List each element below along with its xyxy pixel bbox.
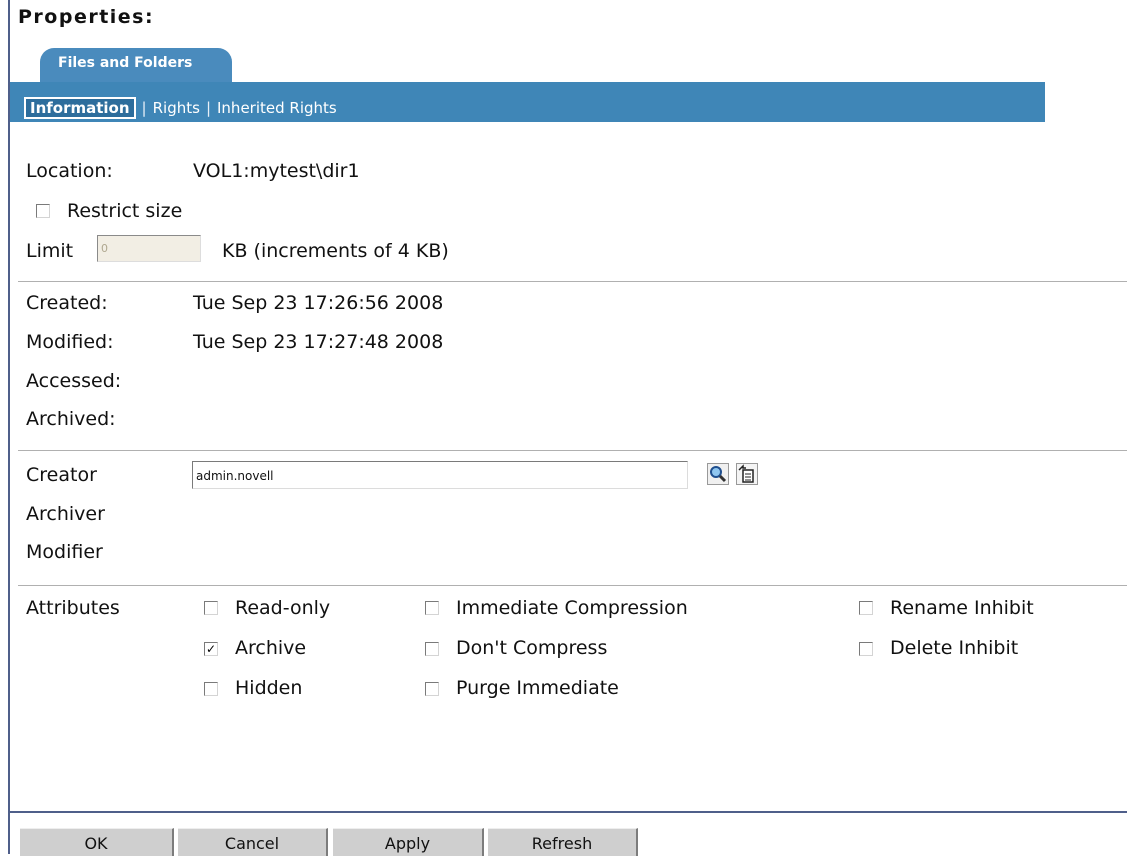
created-value: Tue Sep 23 17:26:56 2008 [193, 292, 444, 314]
dont-compress-label: Don't Compress [456, 637, 608, 659]
subtab-separator: | [141, 98, 147, 117]
rename-inhibit-label: Rename Inhibit [890, 597, 1034, 619]
hidden-checkbox[interactable] [204, 682, 218, 696]
created-label: Created: [26, 292, 108, 314]
modified-label: Modified: [26, 331, 114, 353]
subtab-separator: | [205, 98, 211, 117]
archived-label: Archived: [26, 408, 116, 430]
ok-button[interactable]: OK [20, 828, 174, 856]
read-only-checkbox[interactable] [204, 601, 218, 615]
limit-input[interactable]: 0 [97, 235, 201, 262]
subtab-information[interactable]: Information [24, 96, 136, 119]
apply-button[interactable]: Apply [333, 828, 484, 856]
limit-label: Limit [26, 240, 74, 262]
read-only-label: Read-only [235, 597, 331, 619]
restrict-size-label: Restrict size [67, 200, 183, 222]
tab-files-and-folders[interactable]: Files and Folders [40, 48, 232, 82]
accessed-label: Accessed: [26, 370, 122, 392]
purge-immediate-checkbox[interactable] [425, 682, 439, 696]
location-label: Location: [26, 160, 113, 182]
divider [18, 281, 1127, 282]
immediate-compression-label: Immediate Compression [456, 597, 688, 619]
archive-checkbox[interactable]: ✓ [204, 642, 218, 656]
left-border [8, 0, 10, 854]
delete-inhibit-label: Delete Inhibit [890, 637, 1019, 659]
rename-inhibit-checkbox[interactable] [859, 601, 873, 615]
footer-divider [10, 811, 1127, 813]
delete-inhibit-checkbox[interactable] [859, 642, 873, 656]
divider [18, 585, 1127, 586]
purge-immediate-label: Purge Immediate [456, 677, 619, 699]
magnifier-icon[interactable] [707, 463, 729, 485]
subtab-bar: Information | Rights | Inherited Rights [10, 82, 1045, 122]
archive-label: Archive [235, 637, 307, 659]
attributes-label: Attributes [26, 597, 120, 619]
archiver-label: Archiver [26, 503, 105, 525]
creator-label: Creator [26, 464, 97, 486]
restrict-size-checkbox[interactable] [36, 204, 50, 218]
immediate-compression-checkbox[interactable] [425, 601, 439, 615]
limit-units-label: KB (increments of 4 KB) [222, 240, 449, 262]
refresh-button[interactable]: Refresh [488, 828, 638, 856]
cancel-button[interactable]: Cancel [178, 828, 328, 856]
subtab-inherited-rights[interactable]: Inherited Rights [217, 99, 337, 117]
modifier-label: Modifier [26, 541, 103, 563]
hidden-label: Hidden [235, 677, 303, 699]
modified-value: Tue Sep 23 17:27:48 2008 [193, 331, 444, 353]
divider [18, 450, 1127, 451]
creator-input[interactable]: admin.novell [192, 461, 688, 489]
subtab-rights[interactable]: Rights [153, 99, 200, 117]
location-value: VOL1:mytest\dir1 [193, 160, 360, 182]
object-history-icon[interactable] [736, 463, 758, 485]
dont-compress-checkbox[interactable] [425, 642, 439, 656]
page-title: Properties: [18, 6, 155, 28]
